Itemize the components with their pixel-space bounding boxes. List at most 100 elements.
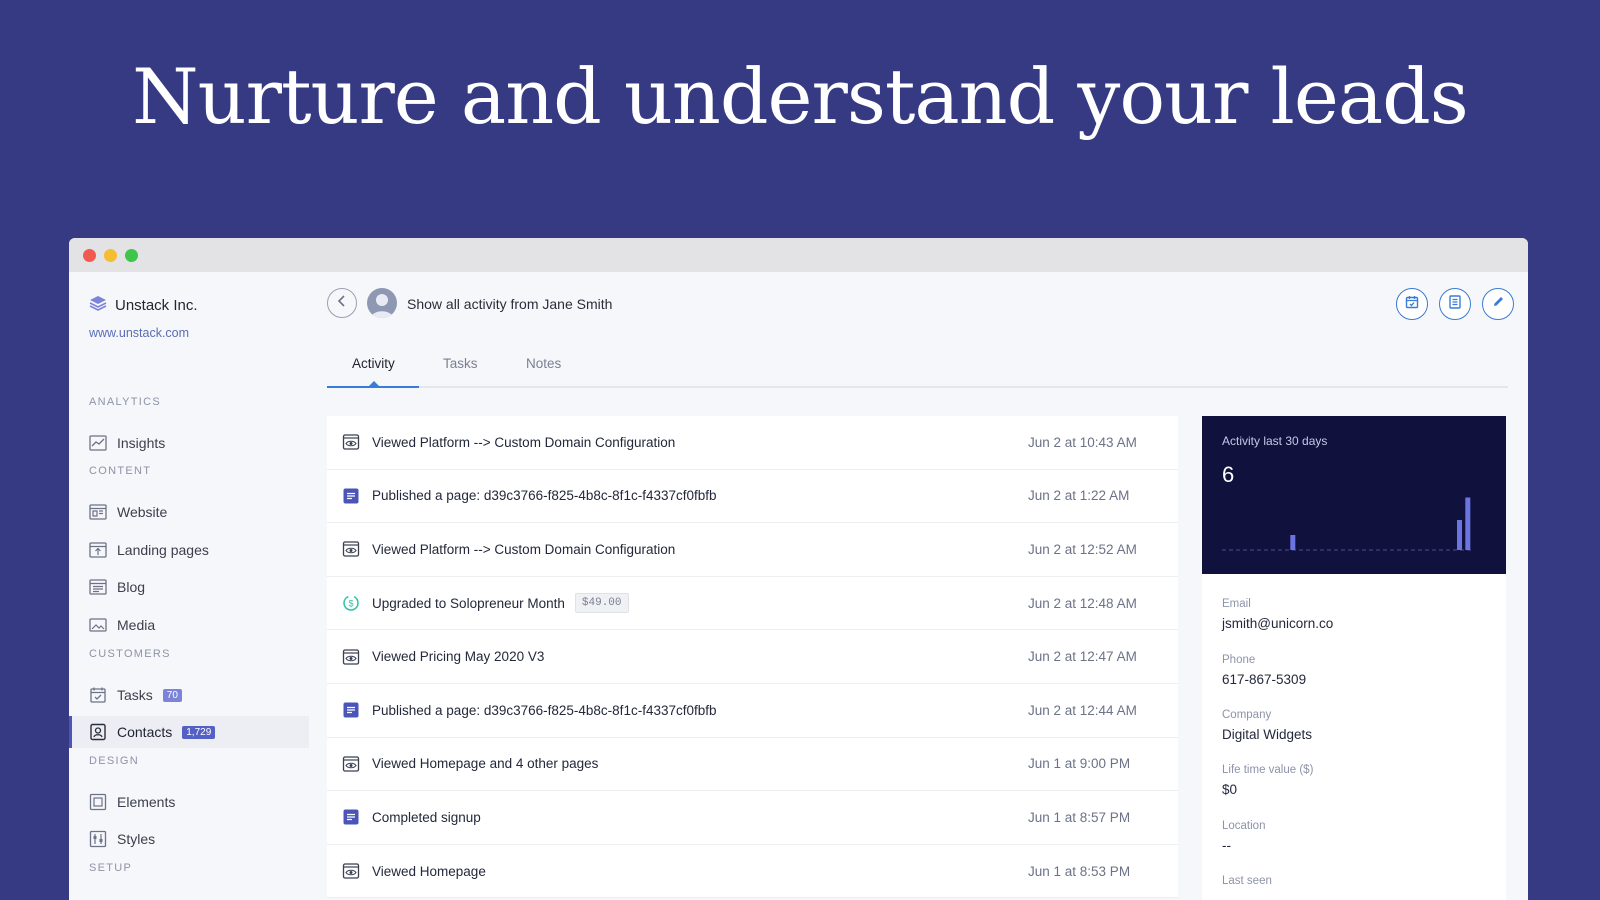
page-icon (342, 487, 360, 505)
count-badge: 1,729 (182, 725, 216, 739)
field-last-seen: Last seen (1222, 875, 1272, 893)
tab-notes[interactable]: Notes (526, 356, 561, 371)
brand-name: Unstack Inc. (115, 297, 198, 314)
activity-count: 6 (1222, 462, 1235, 487)
activity-row[interactable]: Viewed Platform --> Custom Domain Config… (327, 523, 1178, 577)
activity-row[interactable]: Viewed Homepage Jun 1 at 8:53 PM (327, 844, 1178, 899)
svg-text:$: $ (348, 599, 353, 609)
section-label-content: CONTENT (89, 465, 152, 477)
document-icon (1449, 294, 1461, 314)
field-value: -- (1222, 838, 1231, 853)
sidebar-item-styles[interactable]: Styles (69, 823, 309, 855)
sidebar-item-media[interactable]: Media (69, 609, 309, 641)
sidebar-item-elements[interactable]: Elements (69, 786, 309, 818)
eye-icon (342, 433, 360, 451)
website-icon (89, 503, 107, 521)
field-label: Last seen (1222, 875, 1272, 887)
activity-text: Viewed Platform --> Custom Domain Config… (372, 434, 676, 450)
minimize-window-button[interactable] (104, 248, 117, 262)
active-tab-indicator (327, 386, 419, 388)
activity-row[interactable]: Viewed Pricing May 2020 V3 Jun 2 at 12:47… (327, 630, 1178, 684)
activity-timestamp: Jun 1 at 9:00 PM (1028, 756, 1131, 772)
sidebar-item-label: Blog (117, 579, 146, 595)
activity-timestamp: Jun 2 at 12:47 AM (1028, 649, 1137, 665)
app-window: Unstack Inc. www.unstack.com ANALYTICS In… (69, 238, 1528, 900)
contacts-icon (89, 723, 107, 741)
sidebar-item-label: Styles (117, 831, 156, 847)
activity-chart (1222, 497, 1472, 551)
count-badge: 70 (162, 688, 182, 702)
activity-text: Published a page: d39c3766-f825-4b8c-8f1… (372, 702, 717, 718)
activity-text: Published a page: d39c3766-f825-4b8c-8f1… (372, 488, 717, 504)
sidebar-item-tasks[interactable]: Tasks 70 (69, 679, 309, 711)
activity-row[interactable]: $ Upgraded to Solopreneur Month $49.00 Jun … (327, 576, 1178, 631)
sidebar-item-website[interactable]: Website (69, 496, 309, 528)
sidebar-item-landing-pages[interactable]: Landing pages (69, 534, 309, 566)
activity-row[interactable]: Published a page: d39c3766-f825-4b8c-8f1… (327, 469, 1178, 524)
field-company: Company Digital Widgets (1222, 709, 1312, 742)
sidebar-item-label: Media (117, 617, 156, 633)
brand[interactable]: Unstack Inc. (89, 295, 198, 316)
field-life-time-value: Life time value ($) $0 (1222, 764, 1313, 797)
activity-timestamp: Jun 1 at 8:57 PM (1028, 809, 1131, 825)
activity-row[interactable]: Completed signup Jun 1 at 8:57 PM (327, 791, 1178, 845)
section-label-setup: SETUP (89, 862, 133, 874)
maximize-window-button[interactable] (125, 248, 138, 262)
calendar-icon (1405, 295, 1419, 314)
activity-row[interactable]: Published a page: d39c3766-f825-4b8c-8f1… (327, 683, 1178, 738)
avatar (367, 288, 397, 318)
page-icon (342, 808, 360, 826)
brand-url-link[interactable]: www.unstack.com (89, 326, 189, 340)
schedule-task-button[interactable] (1396, 288, 1428, 320)
edit-contact-button[interactable] (1482, 288, 1514, 320)
sidebar-item-label: Insights (117, 435, 166, 451)
tasks-icon (89, 686, 107, 704)
tab-bar: Activity Tasks Notes (327, 348, 1508, 388)
tab-activity[interactable]: Activity (352, 356, 395, 371)
activity-text: Viewed Pricing May 2020 V3 (372, 649, 545, 665)
field-value: $0 (1222, 782, 1238, 797)
field-label: Life time value ($) (1222, 764, 1314, 776)
field-label: Location (1222, 820, 1266, 832)
field-value: Digital Widgets (1222, 727, 1313, 742)
sidebar-item-label: Landing pages (117, 542, 209, 558)
elements-icon (89, 793, 107, 811)
contact-panel: Activity last 30 days 6 Email jsmith@unic… (1202, 416, 1506, 900)
field-value: 617-867-5309 (1222, 672, 1307, 687)
active-tab-caret (369, 381, 379, 386)
tab-tasks[interactable]: Tasks (443, 356, 478, 371)
activity-timestamp: Jun 2 at 10:43 AM (1028, 434, 1137, 450)
sidebar-item-label: Elements (117, 794, 176, 810)
insights-icon (89, 434, 107, 452)
activity-text: Viewed Homepage and 4 other pages (372, 756, 599, 772)
hero-title: Nurture and understand your leads (132, 52, 1469, 141)
pencil-icon (1492, 295, 1505, 313)
close-window-button[interactable] (83, 248, 96, 262)
eye-icon (342, 540, 360, 558)
field-label: Company (1222, 709, 1272, 721)
activity-row[interactable]: Viewed Platform --> Custom Domain Config… (327, 416, 1178, 470)
activity-text: Viewed Homepage (372, 863, 486, 879)
sidebar-item-blog[interactable]: Blog (69, 571, 309, 603)
section-label-customers: CUSTOMERS (89, 648, 171, 660)
add-note-button[interactable] (1439, 288, 1471, 320)
activity-chart-card: Activity last 30 days 6 (1202, 416, 1506, 574)
chart-bar (1457, 520, 1462, 550)
activity-text: Upgraded to Solopreneur Month (372, 595, 565, 611)
activity-timestamp: Jun 2 at 12:48 AM (1028, 595, 1137, 611)
back-button[interactable] (327, 288, 357, 318)
styles-icon (89, 830, 107, 848)
sidebar-item-contacts[interactable]: Contacts 1,729 (69, 716, 309, 748)
sidebar: Unstack Inc. www.unstack.com ANALYTICS In… (69, 272, 309, 900)
page-icon (342, 701, 360, 719)
main-content: Show all activity from Jane Smith Activi… (327, 272, 1514, 900)
stack-logo-icon (89, 295, 107, 316)
field-label: Email (1222, 598, 1251, 610)
sidebar-item-insights[interactable]: Insights (69, 427, 309, 459)
media-icon (89, 616, 107, 634)
chart-bar (1465, 497, 1471, 550)
activity-text: Viewed Platform --> Custom Domain Config… (372, 541, 676, 557)
chevron-left-icon (337, 294, 347, 312)
activity-row[interactable]: Viewed Homepage and 4 other pages Jun 1 a… (327, 737, 1178, 792)
sidebar-item-integrations[interactable]: Integrations (69, 893, 309, 900)
